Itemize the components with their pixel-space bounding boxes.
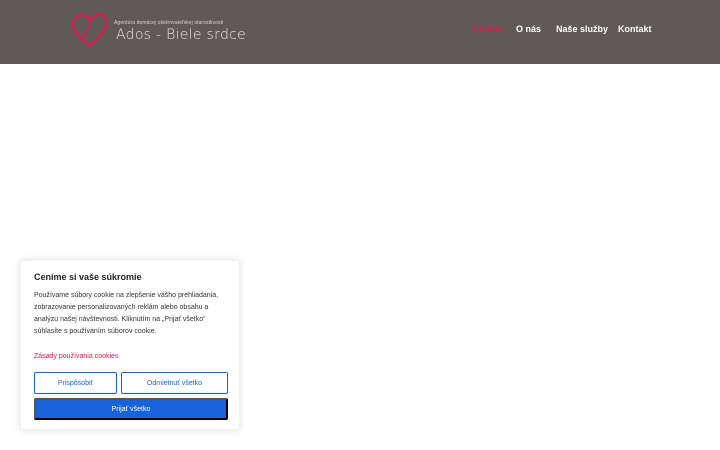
cookie-consent-banner: Ceníme si vaše súkromie Používame súbory…: [20, 260, 240, 430]
nav-item-services[interactable]: Naše služby: [556, 24, 608, 34]
cookie-policy-link[interactable]: Zásady používania cookies: [34, 353, 118, 360]
reject-all-button[interactable]: Odmietnuť všetko: [121, 372, 228, 394]
customize-button[interactable]: Prispôsobiť: [34, 372, 117, 394]
nav-item-home[interactable]: Domov: [472, 24, 503, 34]
main-nav: Domov O nás Naše služby Kontakt: [0, 24, 720, 44]
cookie-title: Ceníme si vaše súkromie: [34, 272, 142, 282]
nav-item-contact[interactable]: Kontakt: [618, 24, 652, 34]
site-header: Agentúra domácej ošetrovateľskej starost…: [0, 0, 720, 64]
accept-all-button[interactable]: Prijať všetko: [34, 398, 228, 420]
cookie-description: Používame súbory cookie na zlepšenie váš…: [34, 292, 219, 335]
nav-item-about[interactable]: O nás: [516, 24, 541, 34]
